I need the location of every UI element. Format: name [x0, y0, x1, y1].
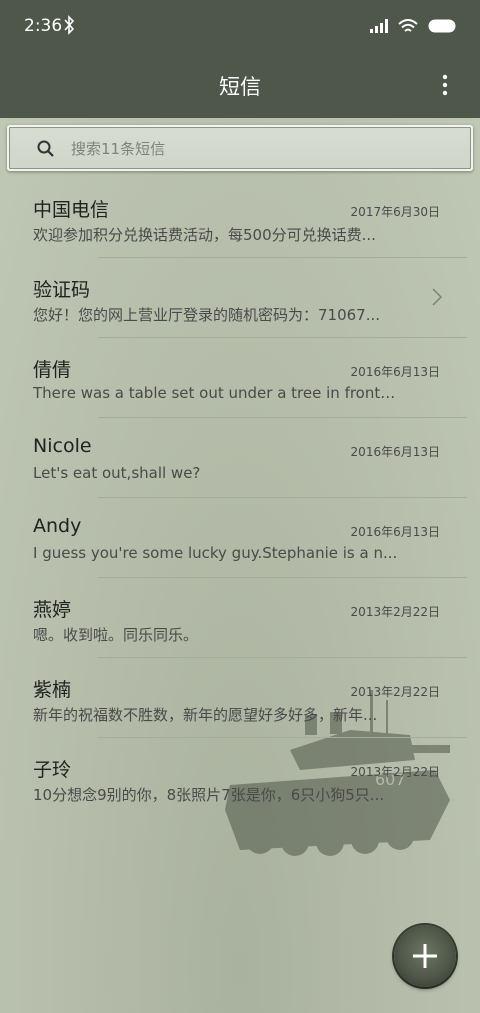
conversation-preview: There was a table set out under a tree i…: [33, 384, 398, 402]
conversation-name: Nicole: [33, 435, 92, 457]
conversation-date: 2016年6月13日: [350, 445, 440, 459]
conversation-row[interactable]: Nicole 2016年6月13日 Let's eat out,shall we…: [0, 418, 480, 498]
search-input[interactable]: [69, 127, 453, 171]
conversation-preview: 欢迎参加积分兑换话费活动，每500分可兑换话费...: [33, 226, 376, 244]
battery-icon: [428, 19, 456, 33]
conversation-row[interactable]: 子玲 2013年2月22日 10分想念9别的你，8张照片7张是你，6只小狗5只.…: [0, 738, 480, 818]
conversation-name: Andy: [33, 515, 82, 537]
conversation-date: 2017年6月30日: [350, 205, 440, 219]
search-bar[interactable]: [7, 125, 473, 171]
app-bar: 短信: [0, 55, 480, 118]
conversation-date: 2016年6月13日: [350, 365, 440, 379]
conversation-row[interactable]: 中国电信 2017年6月30日 欢迎参加积分兑换话费活动，每500分可兑换话费.…: [0, 178, 480, 258]
conversation-name: 燕婷: [33, 599, 72, 621]
bluetooth-icon: [64, 15, 75, 35]
status-time: 2:36: [24, 16, 63, 36]
conversation-preview: 嗯。收到啦。同乐同乐。: [33, 626, 199, 644]
more-options-icon[interactable]: [440, 73, 450, 97]
conversation-preview: 新年的祝福数不胜数，新年的愿望好多好多，新年...: [33, 706, 378, 724]
page-title: 短信: [219, 75, 261, 99]
conversation-preview: Let's eat out,shall we?: [33, 464, 201, 482]
signal-icon: [370, 19, 388, 33]
conversation-row[interactable]: Andy 2016年6月13日 I guess you're some luck…: [0, 498, 480, 578]
conversation-date: 2013年2月22日: [350, 605, 440, 619]
conversation-name: 验证码: [33, 279, 91, 301]
conversation-date: 2016年6月13日: [350, 525, 440, 539]
conversation-date: 2013年2月22日: [350, 765, 440, 779]
conversation-name: 倩倩: [33, 359, 72, 381]
plus-icon: [413, 944, 437, 968]
new-message-button[interactable]: [394, 925, 456, 987]
conversation-row[interactable]: 燕婷 2013年2月22日 嗯。收到啦。同乐同乐。: [0, 578, 480, 658]
conversation-name: 中国电信: [33, 199, 110, 221]
search-box[interactable]: [7, 125, 473, 171]
conversation-list: 中国电信 2017年6月30日 欢迎参加积分兑换话费活动，每500分可兑换话费.…: [0, 178, 480, 818]
conversation-row[interactable]: 紫楠 2013年2月22日 新年的祝福数不胜数，新年的愿望好多好多，新年...: [0, 658, 480, 738]
conversation-preview: 10分想念9别的你，8张照片7张是你，6只小狗5只...: [33, 786, 385, 804]
conversation-date: 2013年2月22日: [350, 685, 440, 699]
conversation-name: 紫楠: [33, 679, 72, 701]
wifi-icon: [398, 18, 418, 32]
conversation-name: 子玲: [33, 759, 72, 781]
conversation-preview: 您好！您的网上营业厅登录的随机密码为：71067...: [33, 306, 381, 324]
status-bar: 2:36: [0, 0, 480, 55]
conversation-row[interactable]: 验证码 您好！您的网上营业厅登录的随机密码为：71067...: [0, 258, 480, 338]
conversation-row[interactable]: 倩倩 2016年6月13日 There was a table set out …: [0, 338, 480, 418]
chevron-right-icon: [432, 288, 442, 306]
conversation-preview: I guess you're some lucky guy.Stephanie …: [33, 544, 398, 562]
search-icon: [37, 140, 54, 157]
